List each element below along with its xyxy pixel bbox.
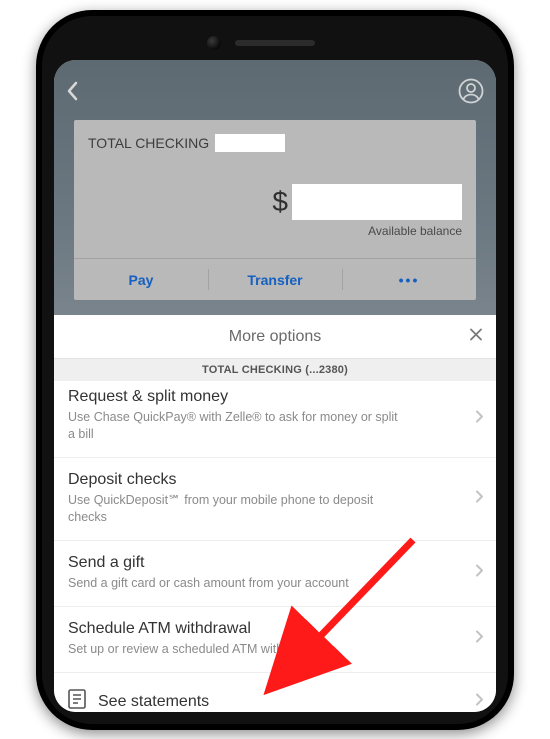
available-balance-label: Available balance [88, 224, 462, 238]
profile-button[interactable] [458, 78, 484, 104]
option-desc: Set up or review a scheduled ATM withdra… [68, 641, 408, 658]
option-title: Request & split money [68, 387, 456, 406]
option-request-split[interactable]: Request & split money Use Chase QuickPay… [54, 381, 496, 458]
balance-masked [292, 184, 462, 220]
option-desc: Use Chase QuickPay® with Zelle® to ask f… [68, 409, 408, 443]
option-desc: Use QuickDeposit℠ from your mobile phone… [68, 492, 408, 526]
chevron-right-icon [475, 630, 484, 649]
option-deposit-checks[interactable]: Deposit checks Use QuickDeposit℠ from yo… [54, 458, 496, 541]
phone-inner: Verizon 2:43 PM [42, 16, 508, 724]
option-schedule-atm[interactable]: Schedule ATM withdrawal Set up or review… [54, 607, 496, 673]
account-type-label: TOTAL CHECKING [88, 135, 209, 151]
card-actions: Pay Transfer ••• [74, 258, 476, 300]
chevron-right-icon [475, 564, 484, 583]
option-title: Send a gift [68, 553, 456, 572]
chevron-right-icon [475, 692, 484, 711]
account-header: TOTAL CHECKING $ Available balance Pay T… [54, 60, 496, 315]
document-icon [68, 689, 86, 712]
chevron-right-icon [475, 489, 484, 508]
account-name-masked [215, 134, 285, 152]
back-button[interactable] [66, 80, 80, 102]
option-desc: Send a gift card or cash amount from you… [68, 575, 408, 592]
phone-frame: Verizon 2:43 PM [36, 10, 514, 730]
phone-screen: Verizon 2:43 PM [54, 60, 496, 712]
sheet-header: More options [54, 315, 496, 359]
pay-button[interactable]: Pay [74, 259, 208, 300]
nav-bar [54, 60, 496, 100]
options-list: Request & split money Use Chase QuickPay… [54, 381, 496, 712]
more-button[interactable]: ••• [342, 259, 476, 300]
phone-speaker [235, 40, 315, 46]
option-title: Deposit checks [68, 470, 456, 489]
account-card: TOTAL CHECKING $ Available balance Pay T… [74, 120, 476, 300]
phone-camera [207, 36, 221, 50]
stage: Verizon 2:43 PM [0, 0, 550, 739]
option-send-gift[interactable]: Send a gift Send a gift card or cash amo… [54, 541, 496, 607]
more-options-sheet: More options TOTAL CHECKING (...2380) Re… [54, 315, 496, 712]
currency-symbol: $ [272, 186, 288, 218]
option-title: See statements [98, 692, 209, 711]
chevron-right-icon [475, 409, 484, 428]
sheet-subhead: TOTAL CHECKING (...2380) [54, 359, 496, 381]
close-button[interactable] [468, 326, 484, 347]
option-see-statements[interactable]: See statements [54, 673, 496, 712]
sheet-title: More options [229, 328, 322, 346]
transfer-button[interactable]: Transfer [208, 259, 342, 300]
option-title: Schedule ATM withdrawal [68, 619, 456, 638]
